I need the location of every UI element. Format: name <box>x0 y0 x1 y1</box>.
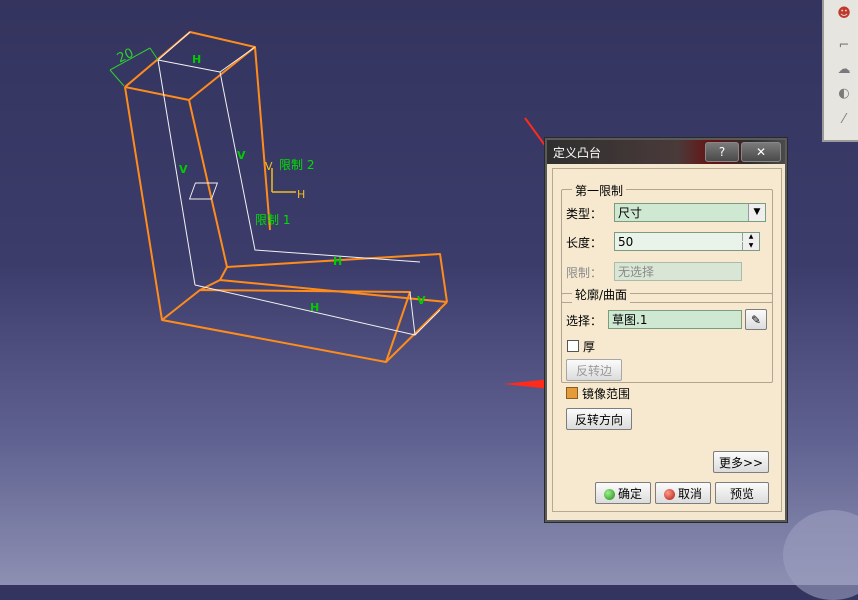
workbench-toolbar: ☻ ⌐ ☁ ◐ ⁄ <box>822 0 858 142</box>
profile-value: 草图.1 <box>612 313 648 327</box>
select-label: 选择： <box>566 314 603 328</box>
spin-up-icon[interactable]: ▲ <box>742 233 759 241</box>
sketch-edit-button[interactable]: ✎ <box>745 309 767 330</box>
axis-h-marker: H <box>333 255 342 268</box>
tool-icon[interactable]: ◐ <box>834 86 854 102</box>
limit-selection-field[interactable]: 无选择 <box>614 262 742 281</box>
axis-v-marker: V <box>179 163 188 176</box>
profile-group: 轮廓/曲面 选择： 草图.1 ✎ 厚 反转边 <box>561 286 773 383</box>
profile-legend: 轮廓/曲面 <box>572 286 631 303</box>
dialog-titlebar[interactable]: 定义凸台 ? ✕ <box>547 140 785 164</box>
more-button[interactable]: 更多>> <box>713 451 769 473</box>
thick-label: 厚 <box>583 340 596 354</box>
mirror-extent-checkbox[interactable] <box>566 387 578 399</box>
axis-v-marker: V <box>417 294 426 307</box>
dialog-body: 第一限制 类型： 尺寸 ▼ 长度： 50 ▲ ▼ 限制： 无选择 轮廓/曲面 选… <box>552 168 782 512</box>
preview-button[interactable]: 预览 <box>715 482 769 504</box>
users-icon[interactable]: ☻ <box>834 6 854 22</box>
axis-h-marker: H <box>192 53 201 66</box>
ok-label: 确定 <box>617 487 642 501</box>
spin-down-icon[interactable]: ▼ <box>742 242 759 250</box>
type-select[interactable]: 尺寸 ▼ <box>614 203 766 222</box>
type-label: 类型： <box>566 207 603 221</box>
mirror-extent-label: 镜像范围 <box>582 387 631 401</box>
pad-definition-dialog: 定义凸台 ? ✕ 第一限制 类型： 尺寸 ▼ 长度： 50 ▲ ▼ 限制： 无选… <box>545 138 787 522</box>
limit-1-label[interactable]: 限制 1 <box>255 213 290 227</box>
help-button[interactable]: ? <box>705 142 739 162</box>
sketch-icon: ✎ <box>750 313 762 327</box>
reverse-direction-button[interactable]: 反转方向 <box>566 408 632 430</box>
dimension-label[interactable]: 20 <box>115 46 136 67</box>
part-wireframe: 20 H V V H H V V H 限制 2 限制 1 <box>109 31 448 363</box>
length-value: 50 <box>618 235 634 249</box>
limit-value: 无选择 <box>618 265 655 279</box>
length-input[interactable]: 50 ▲ ▼ <box>614 232 760 251</box>
limit-manipulator[interactable]: V H 限制 2 限制 1 <box>189 158 315 227</box>
type-value: 尺寸 <box>618 206 643 220</box>
chevron-down-icon[interactable]: ▼ <box>748 204 765 221</box>
axis-h-marker: H <box>310 301 319 314</box>
cancel-icon <box>663 489 675 500</box>
tool-icon[interactable]: ⌐ <box>834 38 854 54</box>
cancel-button[interactable]: 取消 <box>655 482 711 504</box>
limit-2-label[interactable]: 限制 2 <box>279 158 314 172</box>
ok-icon <box>603 489 615 500</box>
tool-icon[interactable]: ⁄ <box>834 112 854 128</box>
first-limit-legend: 第一限制 <box>572 182 627 199</box>
limit-label: 限制： <box>566 266 603 280</box>
profile-selection-field[interactable]: 草图.1 <box>608 310 742 329</box>
axis-v-marker: V <box>237 149 246 162</box>
dialog-title: 定义凸台 <box>553 146 602 160</box>
length-label: 长度： <box>566 236 603 250</box>
svg-text:H: H <box>297 188 305 201</box>
cancel-label: 取消 <box>677 487 702 501</box>
ok-button[interactable]: 确定 <box>595 482 651 504</box>
reverse-side-button[interactable]: 反转边 <box>566 359 622 381</box>
svg-text:V: V <box>265 160 273 173</box>
close-button[interactable]: ✕ <box>741 142 781 162</box>
tool-icon[interactable]: ☁ <box>834 62 854 78</box>
thick-checkbox[interactable] <box>567 340 579 352</box>
